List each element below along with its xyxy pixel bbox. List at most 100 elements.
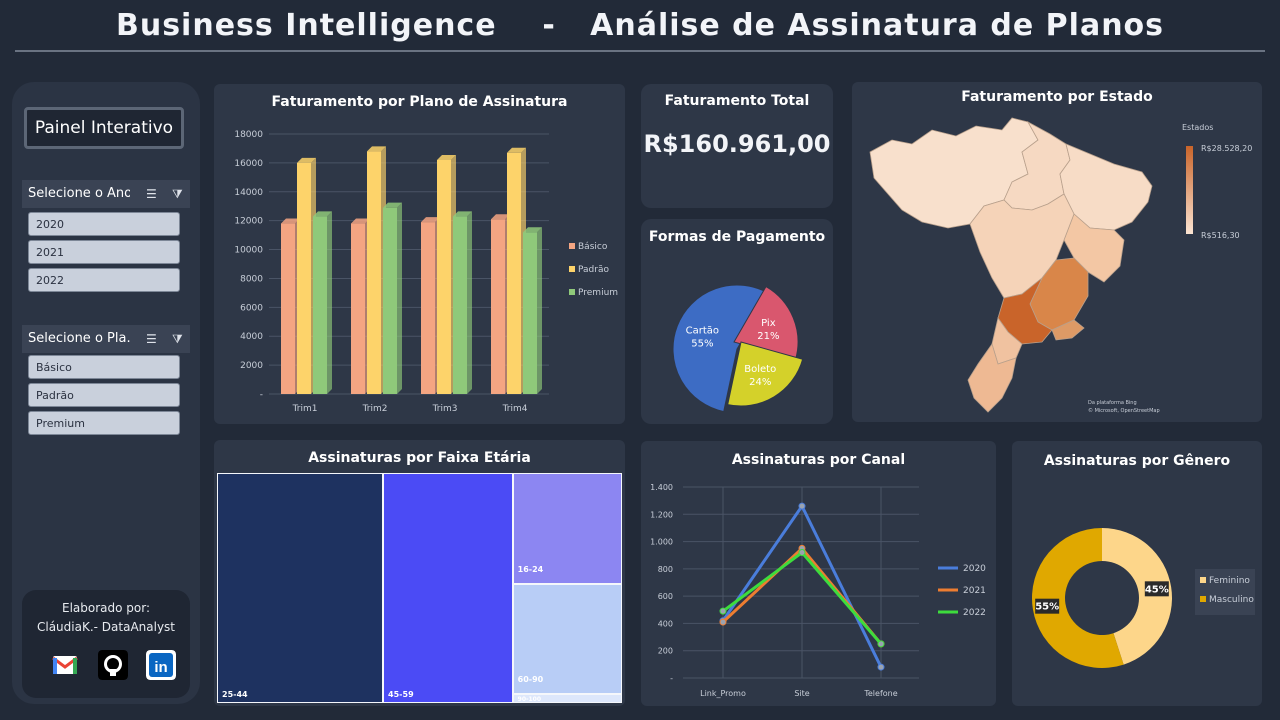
year-slicer-item-2022[interactable]: 2022 [28,268,180,292]
data-point [877,640,885,648]
x-tick-label: Trim3 [432,404,458,414]
plan-slicer-item-premium[interactable]: Premium [28,411,180,435]
legend-label: Básico [578,242,608,252]
treemap-label: 45-59 [388,690,414,699]
credit-line-2: CláudiaK.- DataAnalyst [36,620,176,634]
pie-label-value: 24% [749,377,771,388]
pie-label-name: Boleto [744,364,776,375]
kpi-panel: Faturamento Total R$160.961,00 [641,84,833,208]
data-point [719,618,727,626]
y-tick-label: - [670,674,673,683]
treemap-label: 16-24 [517,564,544,574]
legend-swatch [1200,577,1206,583]
x-tick-label: Trim2 [362,404,388,414]
map-legend-max: R$28.528,20 [1201,144,1252,153]
clear-filter-icon[interactable]: ⧩ [172,186,188,202]
bar-básico [421,222,435,394]
x-tick-label: Trim4 [502,404,528,414]
kpi-value: R$160.961,00 [643,130,831,158]
y-tick-label: - [260,390,263,400]
gender-donut-chart: 45% 55% Feminino Masculino [1032,528,1255,668]
x-tick-label: Trim1 [292,404,318,414]
channel-line-chart: - 200 400 600 800 1.000 1.200 1.400 Link_Promo Si… [650,483,986,698]
treemap-cell-16-24: 16-24 [512,473,622,584]
data-point [798,548,806,556]
legend-label: Padrão [578,265,609,275]
y-tick-label: 800 [658,565,673,574]
bar-premium [313,216,327,394]
bar-padrão [367,151,381,394]
sidebar: Painel Interativo Selecione o Ano: ☰ ⧩ 2… [12,82,200,704]
treemap-cell-25-44: 25-44 [217,473,384,703]
svg-text:in: in [154,659,167,676]
legend-label: Masculino [1209,595,1254,605]
bar-side [537,227,542,394]
bar-padrão [507,152,521,394]
plan-slicer-header: Selecione o Pla... ☰ ⧩ [22,325,190,353]
donut-label-value: 45% [1145,584,1169,595]
sidebar-title: Painel Interativo [24,107,184,149]
legend-label: Feminino [1209,576,1250,586]
bar-básico [351,223,365,394]
y-tick-label: 16000 [234,159,263,169]
gender-panel: Assinaturas por Gênero 45% 55% Feminino Mas… [1012,441,1262,706]
page-title: Business Intelligence - Análise de Assin… [115,8,1165,43]
bar-side [467,211,472,394]
legend-swatch [569,243,575,249]
data-point [798,502,806,510]
treemap-title: Assinaturas por Faixa Etária [308,450,531,466]
header: Business Intelligence - Análise de Assin… [0,0,1280,52]
legend-label: 2021 [963,586,986,596]
treemap-cell-90-100: 90-100 [512,694,622,703]
y-tick-label: 2000 [240,361,263,371]
donut-label-value: 55% [1035,602,1059,613]
y-tick-label: 18000 [234,130,263,140]
bar-básico [491,219,505,394]
map-credit-2: © Microsoft, OpenStreetMap [1088,407,1160,414]
gmail-icon[interactable] [50,650,80,680]
bar-premium [453,216,467,394]
linkedin-icon[interactable]: in [146,650,176,680]
bar-chart: - 2000 4000 6000 8000 10000 12000 14000 16000 180… [234,130,618,414]
payment-methods-panel: Formas de Pagamento Cartão 55% Pix 21% Bolet… [641,219,833,424]
plan-slicer-item-padrao[interactable]: Padrão [28,383,180,407]
legend-swatch [569,289,575,295]
year-slicer-label: Selecione o Ano: [28,186,130,201]
map-credit-1: Da plataforma Bing [1088,400,1137,406]
pie-label-name: Pix [761,318,776,329]
brazil-map: Estados R$28.528,20 R$516,30 Da platafor… [869,117,1252,414]
age-range-panel: Assinaturas por Faixa Etária 25-44 45-59 1… [214,440,625,706]
y-tick-label: 4000 [240,332,263,342]
y-tick-label: 1.400 [650,483,673,492]
y-tick-label: 1.000 [650,538,673,547]
pie-label-value: 21% [757,331,779,342]
y-tick-label: 14000 [234,188,263,198]
map-legend-min: R$516,30 [1201,231,1240,240]
legend-label: 2020 [963,564,986,574]
bar-básico [281,223,295,394]
y-tick-label: 200 [658,647,673,656]
map-panel: Faturamento por Estado Estados R$28.528,… [852,82,1262,422]
y-tick-label: 1.200 [650,510,673,519]
legend-label: Premium [578,288,618,298]
plan-slicer-item-basico[interactable]: Básico [28,355,180,379]
bar-side [327,211,332,394]
multi-select-icon[interactable]: ☰ [146,331,162,347]
year-slicer-item-2021[interactable]: 2021 [28,240,180,264]
header-divider [15,50,1265,52]
legend-swatch [1200,596,1206,602]
bar-premium [523,232,537,394]
y-tick-label: 400 [658,619,673,628]
y-tick-label: 8000 [240,274,263,284]
multi-select-icon[interactable]: ☰ [146,186,162,202]
kpi-title: Faturamento Total [664,93,810,109]
x-tick-label: Link_Promo [700,689,746,698]
author-credit: Elaborado por: CláudiaK.- DataAnalyst in [22,590,190,698]
clear-filter-icon[interactable]: ⧩ [172,331,188,347]
x-tick-label: Site [794,689,809,698]
plan-slicer-label: Selecione o Pla... [28,331,130,346]
github-icon[interactable] [98,650,128,680]
map-legend-scale [1186,146,1193,234]
treemap-cell-45-59: 45-59 [383,473,513,703]
year-slicer-item-2020[interactable]: 2020 [28,212,180,236]
